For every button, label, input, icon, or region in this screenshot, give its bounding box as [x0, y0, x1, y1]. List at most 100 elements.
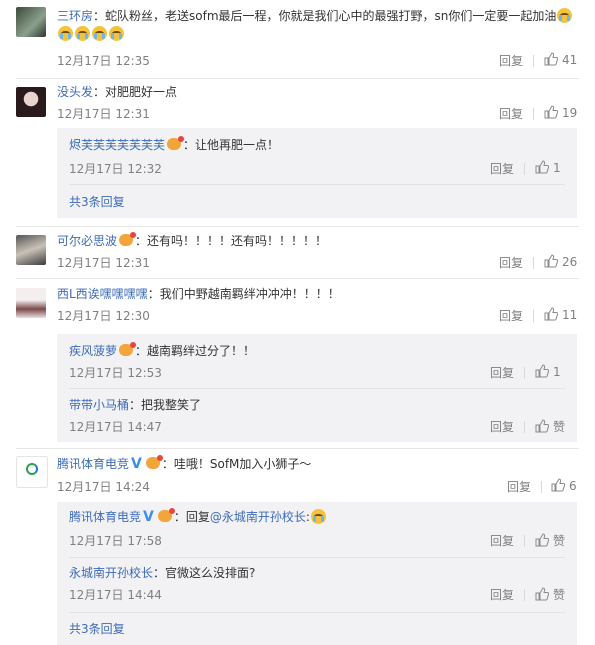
- reply-button[interactable]: 回复: [490, 160, 514, 177]
- reply-meta: 12月17日 14:44 回复 赞: [69, 586, 566, 603]
- comment-meta: 12月17日 12:31 回复 26: [57, 254, 578, 271]
- reply-button[interactable]: 回复: [499, 52, 523, 69]
- avatar[interactable]: [16, 7, 46, 37]
- avatar[interactable]: [16, 87, 46, 117]
- username-link[interactable]: 没头发: [57, 85, 93, 99]
- reply-button[interactable]: 回复: [499, 254, 523, 271]
- reply-button[interactable]: 回复: [499, 307, 523, 324]
- reply-button[interactable]: 回复: [507, 478, 531, 495]
- reply-meta: 12月17日 14:47 回复 赞: [69, 418, 566, 435]
- divider: [69, 388, 565, 389]
- reply-button[interactable]: 回复: [490, 418, 514, 435]
- crying-emoji-icon: [310, 509, 326, 524]
- divider: [69, 184, 565, 185]
- like-count: 1: [553, 161, 561, 175]
- mention-link[interactable]: @永城南开孙校长: [210, 510, 306, 524]
- comment-text: 西L西诶嘿嘿嘿嘿：我们中野越南羁绊冲冲冲！！！！: [57, 287, 340, 301]
- comment-text: 腾讯体育电竞 V ：哇哦！SofM加入小狮子～: [57, 455, 312, 472]
- divider: [16, 448, 579, 449]
- member-badge-icon: [157, 508, 175, 522]
- comment-text: 可尔必思波 ：还有吗！！！！还有吗！！！！！: [57, 232, 328, 248]
- like-count: 26: [562, 255, 578, 269]
- thumbs-up-icon: [535, 587, 549, 601]
- username-link[interactable]: 腾讯体育电竞: [57, 457, 129, 471]
- crying-emoji-icon: [557, 8, 573, 23]
- reply-button[interactable]: 回复: [490, 586, 514, 603]
- reply-text: 永城南开孙校长：官微这么没排面?: [69, 566, 256, 580]
- reply-meta: 12月17日 12:32 回复 1: [69, 160, 561, 177]
- thumbs-up-icon: [535, 533, 549, 547]
- avatar[interactable]: [16, 456, 48, 488]
- username-link[interactable]: 疾风菠萝: [69, 344, 117, 358]
- comment-text: 没头发：对肥肥好一点: [57, 85, 178, 99]
- like-button[interactable]: 19: [544, 105, 577, 120]
- reply-text: 带带小马桶：把我整笑了: [69, 398, 202, 412]
- crying-emoji-icon: [75, 26, 90, 41]
- username-link[interactable]: 三环房: [57, 9, 93, 23]
- reply-button[interactable]: 回复: [490, 532, 514, 549]
- divider: [16, 278, 579, 279]
- comment-meta: 12月17日 14:24 回复 6: [57, 478, 577, 495]
- member-badge-icon: [167, 136, 185, 150]
- divider: [16, 226, 579, 227]
- view-more-replies-link[interactable]: 共3条回复: [69, 622, 125, 636]
- like-button[interactable]: 26: [544, 254, 577, 269]
- thumbs-up-icon: [544, 105, 558, 119]
- crying-emoji-icon: [92, 26, 107, 41]
- divider: [16, 78, 579, 79]
- comment-text: 三环房：蛇队粉丝，老送sofm最后一程，你就是我们心中的最强打野，sn你们一定要…: [57, 7, 579, 25]
- member-badge-icon: [119, 342, 137, 356]
- thumbs-up-icon: [535, 160, 549, 174]
- like-count: 19: [562, 106, 578, 120]
- username-link[interactable]: 西L西诶嘿嘿嘿嘿: [57, 287, 148, 301]
- like-count: 1: [553, 365, 561, 379]
- comment-meta: 12月17日 12:31 回复 19: [57, 105, 578, 122]
- reply-thread: 疾风菠萝 ：越南羁绊过分了！！ 12月17日 12:53 回复 1 带带小马桶：把…: [57, 334, 577, 442]
- avatar[interactable]: [16, 288, 46, 318]
- thumbs-up-icon: [544, 254, 558, 268]
- member-badge-icon: [119, 232, 137, 246]
- thumbs-up-icon: [551, 478, 565, 492]
- crying-emoji-icon: [58, 26, 73, 41]
- reply-button[interactable]: 回复: [499, 105, 523, 122]
- username-link[interactable]: 烬芙芙芙芙芙芙芙: [69, 138, 165, 152]
- username-link[interactable]: 带带小马桶: [69, 398, 129, 412]
- member-badge-icon: [145, 455, 163, 469]
- reply-thread: 烬芙芙芙芙芙芙芙 ：让他再肥一点！ 12月17日 12:32 回复 1 共3条回复: [57, 128, 577, 218]
- username-link[interactable]: 腾讯体育电竞: [69, 510, 141, 524]
- reply-meta: 12月17日 17:58 回复 赞: [69, 532, 566, 549]
- like-button[interactable]: 1: [535, 160, 561, 175]
- like-count: 11: [562, 308, 578, 322]
- crying-emoji-icon: [109, 26, 124, 41]
- thumbs-up-icon: [535, 364, 549, 378]
- thumbs-up-icon: [535, 419, 549, 433]
- tencent-sports-logo-icon: [26, 463, 38, 475]
- username-link[interactable]: 永城南开孙校长: [69, 566, 153, 580]
- like-count: 6: [569, 479, 577, 493]
- like-button[interactable]: 6: [551, 478, 577, 493]
- avatar[interactable]: [16, 235, 46, 265]
- reply-text: 疾风菠萝 ：越南羁绊过分了！！: [69, 342, 256, 358]
- like-button[interactable]: 赞: [535, 532, 565, 549]
- like-button[interactable]: 赞: [535, 586, 565, 603]
- like-button[interactable]: 赞: [535, 418, 565, 435]
- reply-meta: 12月17日 12:53 回复 1: [69, 364, 561, 381]
- username-link[interactable]: 可尔必思波: [57, 234, 117, 248]
- like-count: 41: [562, 53, 578, 67]
- thumbs-up-icon: [544, 307, 558, 321]
- reply-thread: 腾讯体育电竞 V ：回复@永城南开孙校长: 12月17日 17:58 回复 赞 永城…: [57, 502, 577, 645]
- reply-text: 腾讯体育电竞 V ：回复@永城南开孙校长:: [69, 508, 565, 526]
- reply-button[interactable]: 回复: [490, 364, 514, 381]
- view-more-replies-link[interactable]: 共3条回复: [69, 195, 125, 209]
- comment-meta: 12月17日 12:35 回复 41: [57, 52, 578, 69]
- divider: [69, 557, 565, 558]
- reply-text: 烬芙芙芙芙芙芙芙 ：让他再肥一点！: [69, 136, 280, 152]
- comment-meta: 12月17日 12:30 回复 11: [57, 307, 578, 324]
- verified-badge-icon: V: [131, 456, 142, 472]
- like-button[interactable]: 11: [544, 307, 577, 322]
- like-button[interactable]: 41: [544, 52, 577, 67]
- divider: [69, 612, 565, 613]
- like-button[interactable]: 1: [535, 364, 561, 379]
- thumbs-up-icon: [544, 52, 558, 66]
- verified-badge-icon: V: [143, 509, 154, 525]
